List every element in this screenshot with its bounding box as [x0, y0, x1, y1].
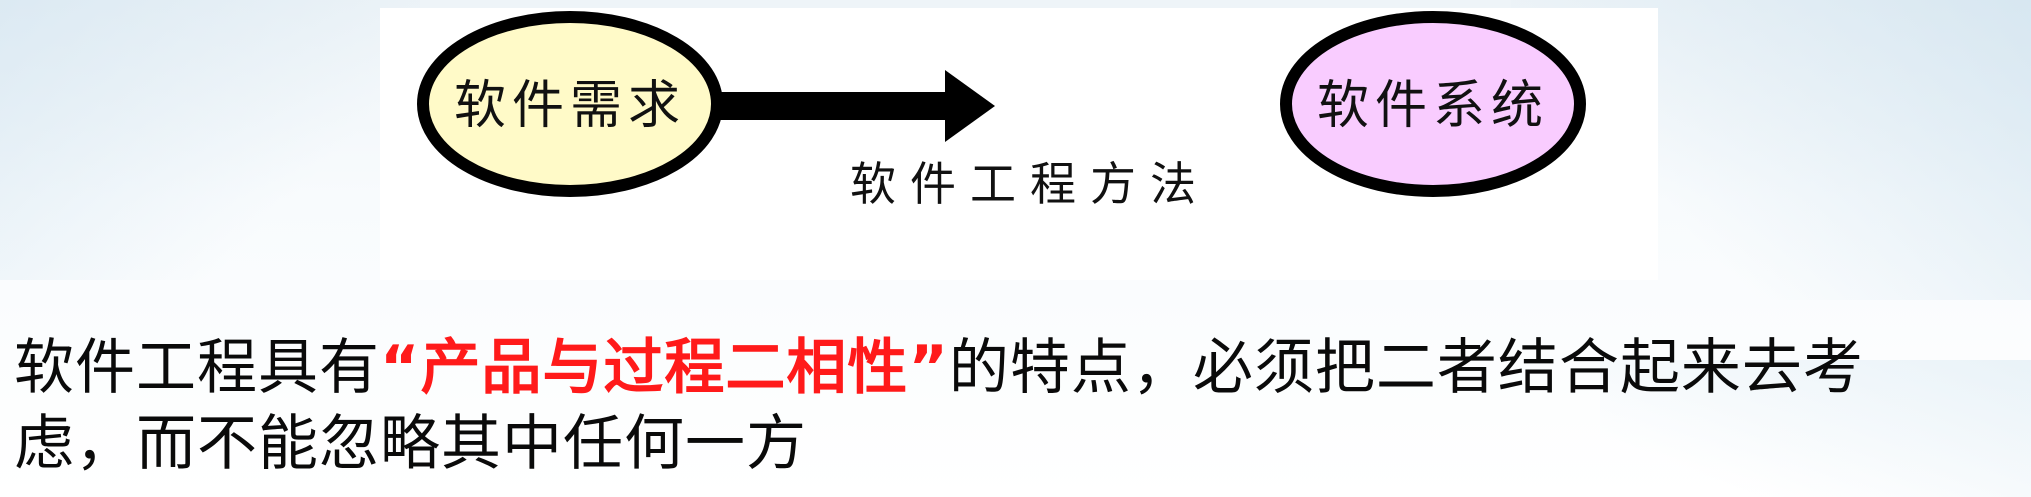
- node-software-system-label: 软件系统: [1317, 76, 1549, 136]
- caption-close-quote: ”: [908, 333, 949, 403]
- caption-open-quote: “: [380, 333, 421, 403]
- background-streak-left: [0, 0, 420, 280]
- edge-label-method: 软件工程方法: [850, 157, 1210, 211]
- caption-highlight: 产品与过程二相性: [420, 333, 909, 403]
- caption-text: 软件工程具有“产品与过程二相性”的特点，必须把二者结合起来去考虑，而不能忽略其中…: [14, 330, 2019, 482]
- node-software-requirement-label: 软件需求: [454, 76, 686, 136]
- caption-line2: 虑，而不能忽略其中任何一方: [14, 409, 807, 479]
- process-diagram: 软件需求 软件系统 软件工程方法: [417, 11, 1586, 211]
- arrow-head: [945, 70, 995, 142]
- diagram-panel: 软件需求 软件系统 软件工程方法: [380, 8, 1658, 280]
- caption-after-line1: 的特点，必须把二者结合起来去考: [948, 333, 1864, 403]
- caption-before: 软件工程具有: [14, 333, 380, 403]
